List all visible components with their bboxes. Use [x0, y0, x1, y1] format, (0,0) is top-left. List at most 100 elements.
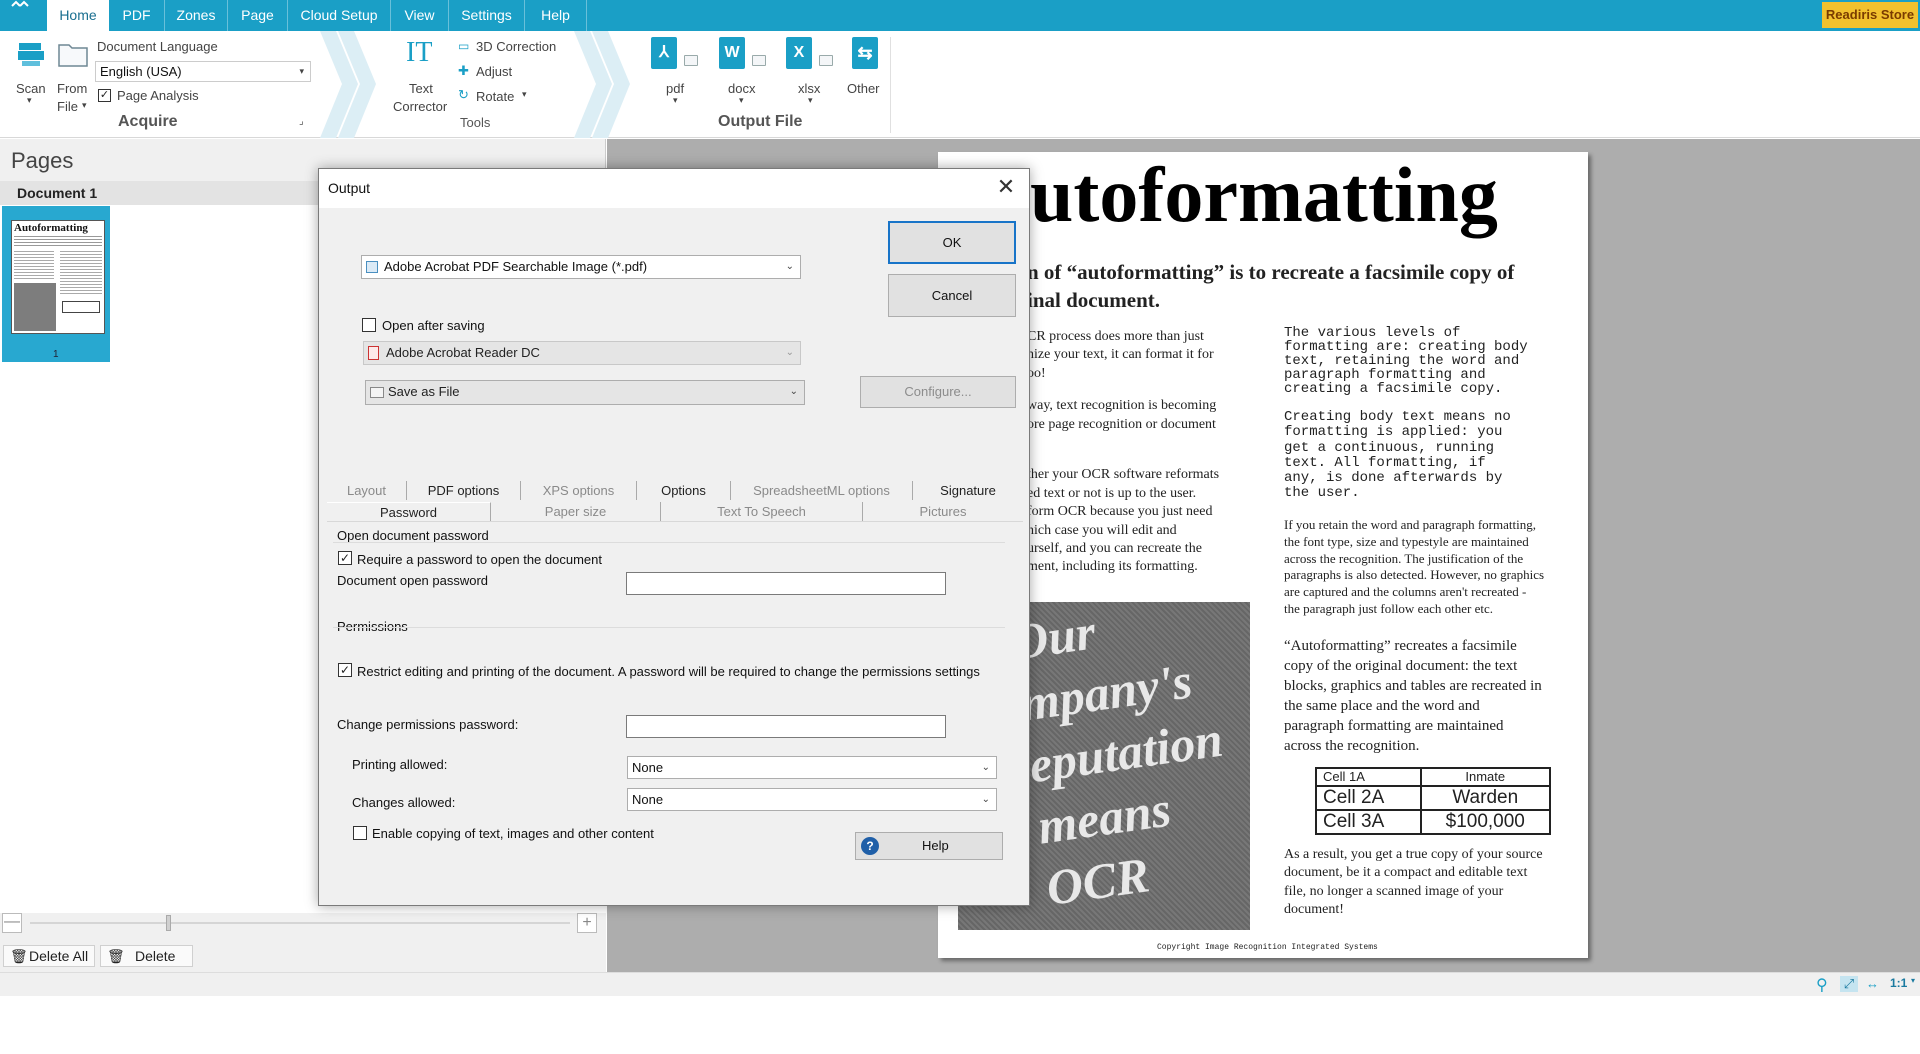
tab-spreadsheetml-options[interactable]: SpreadsheetML options — [731, 481, 913, 500]
document-paragraph-facsimile: “Autoformatting” recreates a facsimileco… — [1284, 636, 1574, 756]
document-text-line: get a continuous, running — [1284, 441, 1574, 456]
document-page[interactable]: utoformatting n of “autoformatting” is t… — [938, 152, 1588, 958]
folder-small-icon — [752, 55, 766, 66]
document-table-cell: $100,000 — [1421, 810, 1551, 834]
delete-all-button[interactable]: 🗑 Delete All — [3, 945, 95, 967]
document-label: Document 1 — [17, 185, 97, 201]
ribbon: Scan ▾ From File ▾ Document Language Eng… — [0, 31, 1920, 138]
fit-page-icon[interactable]: ⤢ — [1840, 976, 1858, 992]
dialog-titlebar: Output ✕ — [319, 169, 1029, 208]
document-header[interactable]: Document 1 — [0, 181, 320, 205]
pdf-output-button[interactable]: ⅄ pdf ▾ — [648, 37, 698, 117]
rotate-button[interactable]: ↻ Rotate ▾ — [458, 89, 538, 107]
restrict-editing-checkbox[interactable]: ✓ — [338, 663, 352, 677]
document-text-line: the font type, size and typestyle are ma… — [1284, 534, 1574, 551]
excel-icon: X — [786, 37, 812, 69]
ribbon-divider — [890, 37, 891, 133]
tab-layout[interactable]: Layout — [327, 481, 407, 500]
docx-output-button[interactable]: W docx ▾ — [716, 37, 766, 117]
zoom-out-button[interactable]: — — [2, 913, 22, 933]
zoom-in-button[interactable]: + — [577, 913, 597, 933]
readiris-store-button[interactable]: Readiris Store — [1822, 2, 1918, 28]
open-after-saving-checkbox[interactable] — [362, 318, 376, 332]
tab-pictures[interactable]: Pictures — [863, 502, 1023, 521]
ok-button[interactable]: OK — [888, 221, 1016, 264]
close-icon[interactable]: ✕ — [991, 172, 1021, 202]
tab-pdf-options[interactable]: PDF options — [407, 481, 521, 500]
delete-button[interactable]: 🗑 Delete — [100, 945, 193, 967]
printing-allowed-select[interactable]: None ⌄ — [627, 756, 997, 779]
document-table-cell: Warden — [1421, 786, 1551, 810]
other-output-button[interactable]: ⇆ Other — [846, 37, 886, 117]
menu-tab-zones[interactable]: Zones — [165, 0, 228, 31]
from-file-button[interactable]: From File ▾ — [54, 37, 94, 117]
tab-options[interactable]: Options — [637, 481, 731, 500]
docx-dropdown-icon[interactable]: ▾ — [739, 95, 744, 106]
enable-copying-checkbox[interactable] — [353, 826, 367, 840]
rotate-dropdown-icon[interactable]: ▾ — [522, 89, 527, 100]
menu-tab-home[interactable]: Home — [47, 0, 109, 31]
document-table-row: Cell 1AInmate — [1316, 768, 1550, 786]
text-corrector-icon: IT — [406, 37, 432, 69]
document-language-select[interactable]: English (USA) ▾ — [95, 61, 311, 82]
document-open-password-label: Document open password — [337, 573, 488, 588]
tab-signature[interactable]: Signature — [913, 481, 1023, 500]
tab-text-to-speech[interactable]: Text To Speech — [661, 502, 863, 521]
xlsx-output-button[interactable]: X xlsx ▾ — [783, 37, 833, 117]
from-file-dropdown-icon[interactable]: ▾ — [82, 100, 87, 111]
acquire-dialog-launcher-icon[interactable]: ⌟ — [299, 116, 304, 127]
page-thumbnail[interactable]: Autoformatting 1 — [2, 206, 110, 362]
adjust-button[interactable]: ✚ Adjust — [458, 64, 538, 82]
menu-tab-cloud-setup[interactable]: Cloud Setup — [288, 0, 391, 31]
scan-dropdown-icon[interactable]: ▾ — [27, 95, 32, 106]
require-password-checkbox[interactable]: ✓ — [338, 551, 352, 565]
document-mono-paragraph-2: Creating body text means noformatting is… — [1284, 410, 1574, 502]
document-text-line: oo! — [1027, 365, 1249, 383]
delete-label: Delete — [135, 946, 175, 966]
page-analysis-checkbox[interactable]: ✓ — [98, 89, 111, 102]
tab-password[interactable]: Password — [327, 502, 491, 521]
document-language-label: Document Language — [97, 39, 218, 54]
menu-tab-page[interactable]: Page — [228, 0, 288, 31]
output-format-select[interactable]: Adobe Acrobat PDF Searchable Image (*.pd… — [361, 255, 801, 279]
chevron-down-icon: ⌄ — [786, 256, 794, 278]
pages-toolbar: — + 🗑 Delete All 🗑 Delete — [0, 913, 606, 972]
tab-xps-options[interactable]: XPS options — [521, 481, 637, 500]
document-text-line: copy of the original document: the text — [1284, 656, 1574, 676]
trash-icon: 🗑 — [10, 946, 28, 966]
fit-width-icon[interactable]: ↔ — [1866, 976, 1879, 991]
tab-paper-size[interactable]: Paper size — [491, 502, 661, 521]
text-corrector-button[interactable]: IT Text Corrector — [392, 37, 452, 117]
save-as-select[interactable]: Save as File ⌄ — [365, 380, 805, 405]
zoom-slider[interactable] — [30, 922, 570, 924]
menu-tab-pdf[interactable]: PDF — [109, 0, 165, 31]
chevron-down-icon: ⌄ — [982, 789, 990, 810]
scan-label: Scan — [16, 81, 46, 96]
cancel-button[interactable]: Cancel — [888, 274, 1016, 317]
menu-tab-help[interactable]: Help — [525, 0, 587, 31]
changes-allowed-select[interactable]: None ⌄ — [627, 788, 997, 811]
xlsx-dropdown-icon[interactable]: ▾ — [808, 95, 813, 106]
search-zoom-icon[interactable]: ⚲ — [1816, 975, 1828, 995]
change-permissions-password-field[interactable] — [626, 715, 946, 738]
help-button[interactable]: ? Help — [855, 832, 1003, 860]
3d-correction-button[interactable]: ▭ 3D Correction — [458, 39, 568, 57]
output-dialog: Output ✕ Adobe Acrobat PDF Searchable Im… — [318, 168, 1030, 906]
scanner-icon — [16, 39, 46, 69]
pdf-dropdown-icon[interactable]: ▾ — [673, 95, 678, 106]
restrict-editing-label: Restrict editing and printing of the doc… — [357, 664, 980, 679]
document-text-line: across the recognition. — [1284, 736, 1574, 756]
scan-button[interactable]: Scan ▾ — [14, 37, 48, 117]
app-logo-icon[interactable] — [8, 0, 38, 31]
document-open-password-field[interactable] — [626, 572, 946, 595]
change-permissions-password-label: Change permissions password: — [337, 717, 518, 732]
menu-tab-view[interactable]: View — [391, 0, 449, 31]
document-text-line: are captured and the columns aren't recr… — [1284, 584, 1574, 601]
zoom-slider-handle[interactable] — [166, 915, 171, 931]
configure-button: Configure... — [860, 376, 1016, 408]
changes-allowed-label: Changes allowed: — [352, 795, 455, 810]
zoom-ratio-dropdown-icon[interactable]: ▾ — [1911, 976, 1915, 985]
zoom-ratio-label[interactable]: 1:1 — [1890, 976, 1907, 990]
move-arrows-icon: ✚ — [458, 63, 469, 79]
menu-tab-settings[interactable]: Settings — [449, 0, 525, 31]
